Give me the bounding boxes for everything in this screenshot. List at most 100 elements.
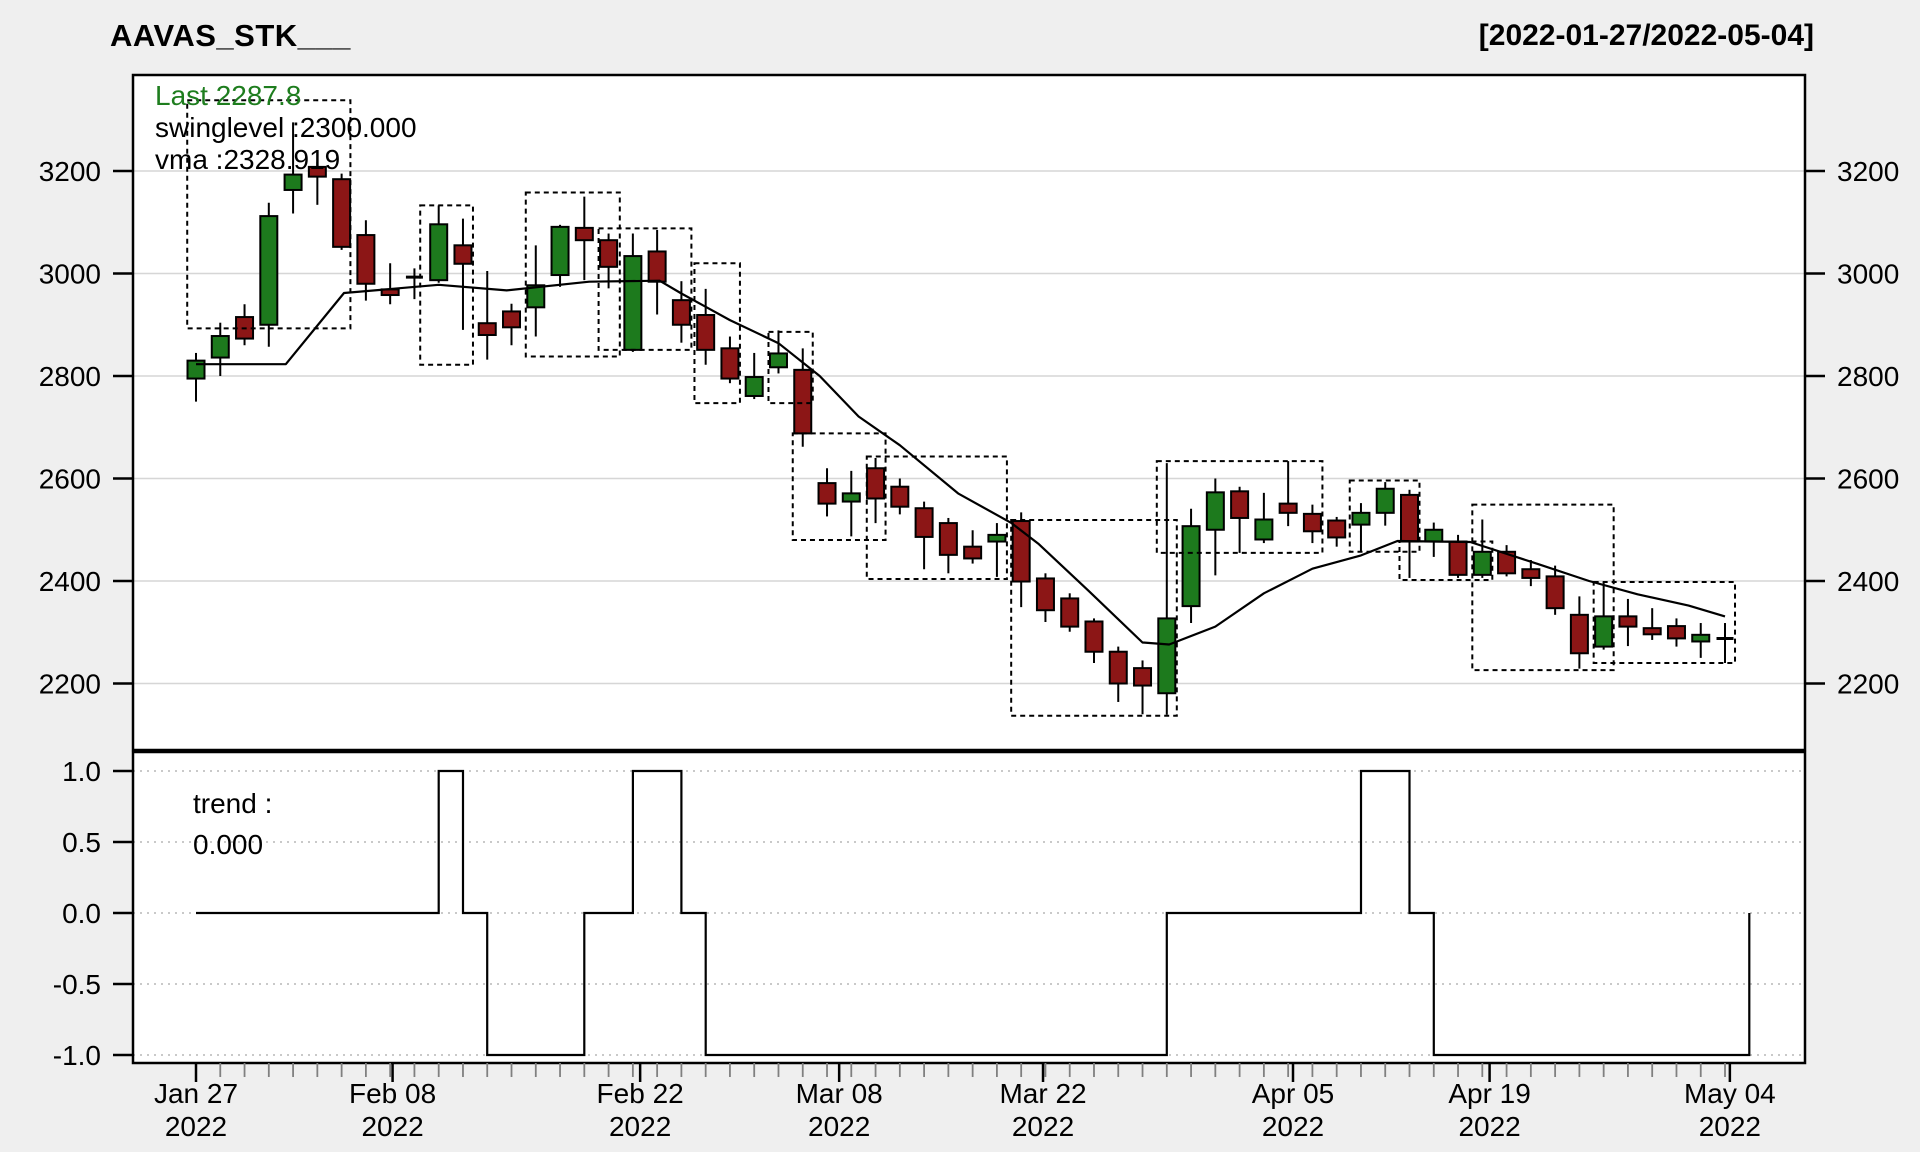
price-tick-label-left: 2400	[39, 566, 101, 597]
legend-vma: vma :2328.919	[155, 144, 417, 176]
page-title: AAVAS_STK___	[110, 18, 351, 54]
candle-up	[1255, 520, 1272, 540]
candle-down	[964, 547, 981, 559]
candle-down	[1571, 615, 1588, 653]
candle-up	[770, 353, 787, 367]
candle-up	[260, 216, 277, 325]
x-axis-label-year: 2022	[1458, 1111, 1520, 1142]
candle-down	[1134, 668, 1151, 685]
trend-tick-label: 0.5	[62, 827, 101, 858]
candle-up	[1595, 616, 1612, 646]
candle-up	[746, 377, 763, 396]
candle-down	[479, 323, 496, 335]
candle-down	[1401, 495, 1418, 542]
candle-up	[1425, 530, 1442, 542]
candle-down	[1619, 616, 1636, 626]
candle-down	[721, 348, 738, 378]
price-panel-background	[133, 75, 1805, 750]
x-axis-label-date: Feb 08	[349, 1078, 436, 1109]
candle-up	[843, 493, 860, 501]
chart-legend: Last 2287.8 swinglevel :2300.000 vma :23…	[155, 80, 417, 176]
candle-down	[454, 245, 471, 263]
x-axis-label-date: Mar 22	[999, 1078, 1086, 1109]
candle-down	[1644, 628, 1661, 634]
candle-up	[1183, 526, 1200, 606]
candle-down	[940, 523, 957, 555]
price-tick-label-left: 3200	[39, 156, 101, 187]
date-range-label: [2022-01-27/2022-05-04]	[1479, 19, 1814, 53]
candle-up	[1377, 489, 1394, 513]
legend-last-value: Last 2287.8	[155, 80, 417, 112]
candle-up	[988, 535, 1005, 542]
trend-panel-background	[133, 752, 1805, 1063]
candle-down	[1547, 576, 1564, 608]
legend-swinglevel: swinglevel :2300.000	[155, 112, 417, 144]
price-tick-label-left: 2800	[39, 361, 101, 392]
candle-down	[819, 483, 836, 504]
x-axis-label-year: 2022	[808, 1111, 870, 1142]
price-tick-label-right: 2800	[1837, 361, 1899, 392]
trend-tick-label: -0.5	[53, 969, 101, 1000]
candle-up	[430, 224, 447, 280]
x-axis-label-year: 2022	[1262, 1111, 1324, 1142]
candle-down	[867, 468, 884, 498]
x-axis-label-year: 2022	[1699, 1111, 1761, 1142]
candle-down	[357, 235, 374, 284]
candle-down	[600, 240, 617, 267]
x-axis-label-year: 2022	[165, 1111, 227, 1142]
candle-down	[673, 300, 690, 325]
price-tick-label-right: 2600	[1837, 464, 1899, 495]
chart-window: 3200 3200 3000 3000 2800 2800 2600 2600 2400 2400…	[0, 0, 1920, 1152]
trend-label-line1: trend :	[193, 783, 272, 824]
candle-down	[1085, 621, 1102, 651]
x-axis-label-date: Apr 19	[1448, 1078, 1531, 1109]
candle-down	[891, 487, 908, 507]
price-tick-label-right: 3200	[1837, 156, 1899, 187]
candle-up	[1207, 492, 1224, 529]
price-tick-label-left: 2600	[39, 464, 101, 495]
candle-down	[1450, 542, 1467, 575]
candle-up	[552, 227, 569, 275]
price-tick-label-right: 3000	[1837, 259, 1899, 290]
x-axis-label-year: 2022	[1012, 1111, 1074, 1142]
price-tick-label-right: 2400	[1837, 566, 1899, 597]
trend-tick-label: -1.0	[53, 1040, 101, 1071]
price-tick-label-left: 3000	[39, 259, 101, 290]
candle-down	[1061, 598, 1078, 626]
x-axis-label-date: Feb 22	[597, 1078, 684, 1109]
candle-down	[1328, 521, 1345, 538]
candle-down	[1037, 578, 1054, 610]
candle-down	[1522, 569, 1539, 578]
candle-down	[503, 311, 520, 327]
price-tick-label-left: 2200	[39, 669, 101, 700]
candle-down	[1668, 626, 1685, 638]
candle-up	[1474, 552, 1491, 575]
x-axis-label-date: May 04	[1684, 1078, 1776, 1109]
x-axis-label-year: 2022	[609, 1111, 671, 1142]
trend-label-line2: 0.000	[193, 824, 272, 865]
candle-up	[1352, 513, 1369, 525]
x-axis-label-date: Mar 08	[796, 1078, 883, 1109]
candle-down	[794, 370, 811, 434]
candle-down	[1231, 491, 1248, 518]
candle-up	[1158, 618, 1175, 693]
candle-up	[1692, 635, 1709, 642]
candle-down	[576, 228, 593, 240]
trend-tick-label: 0.0	[62, 898, 101, 929]
candle-down	[1304, 514, 1321, 531]
price-tick-label-right: 2200	[1837, 669, 1899, 700]
candle-up	[212, 336, 229, 358]
candle-down	[1110, 652, 1127, 684]
candle-down	[649, 251, 666, 281]
candle-down	[916, 508, 933, 537]
x-axis-label-year: 2022	[361, 1111, 423, 1142]
trend-indicator-label: trend : 0.000	[193, 783, 272, 865]
candle-up	[624, 256, 641, 350]
candle-up	[285, 175, 302, 190]
candle-down	[333, 179, 350, 247]
x-axis-label-date: Apr 05	[1252, 1078, 1335, 1109]
trend-tick-label: 1.0	[62, 756, 101, 787]
x-axis-label-date: Jan 27	[154, 1078, 238, 1109]
candle-down	[697, 315, 714, 350]
candle-down	[1280, 504, 1297, 513]
